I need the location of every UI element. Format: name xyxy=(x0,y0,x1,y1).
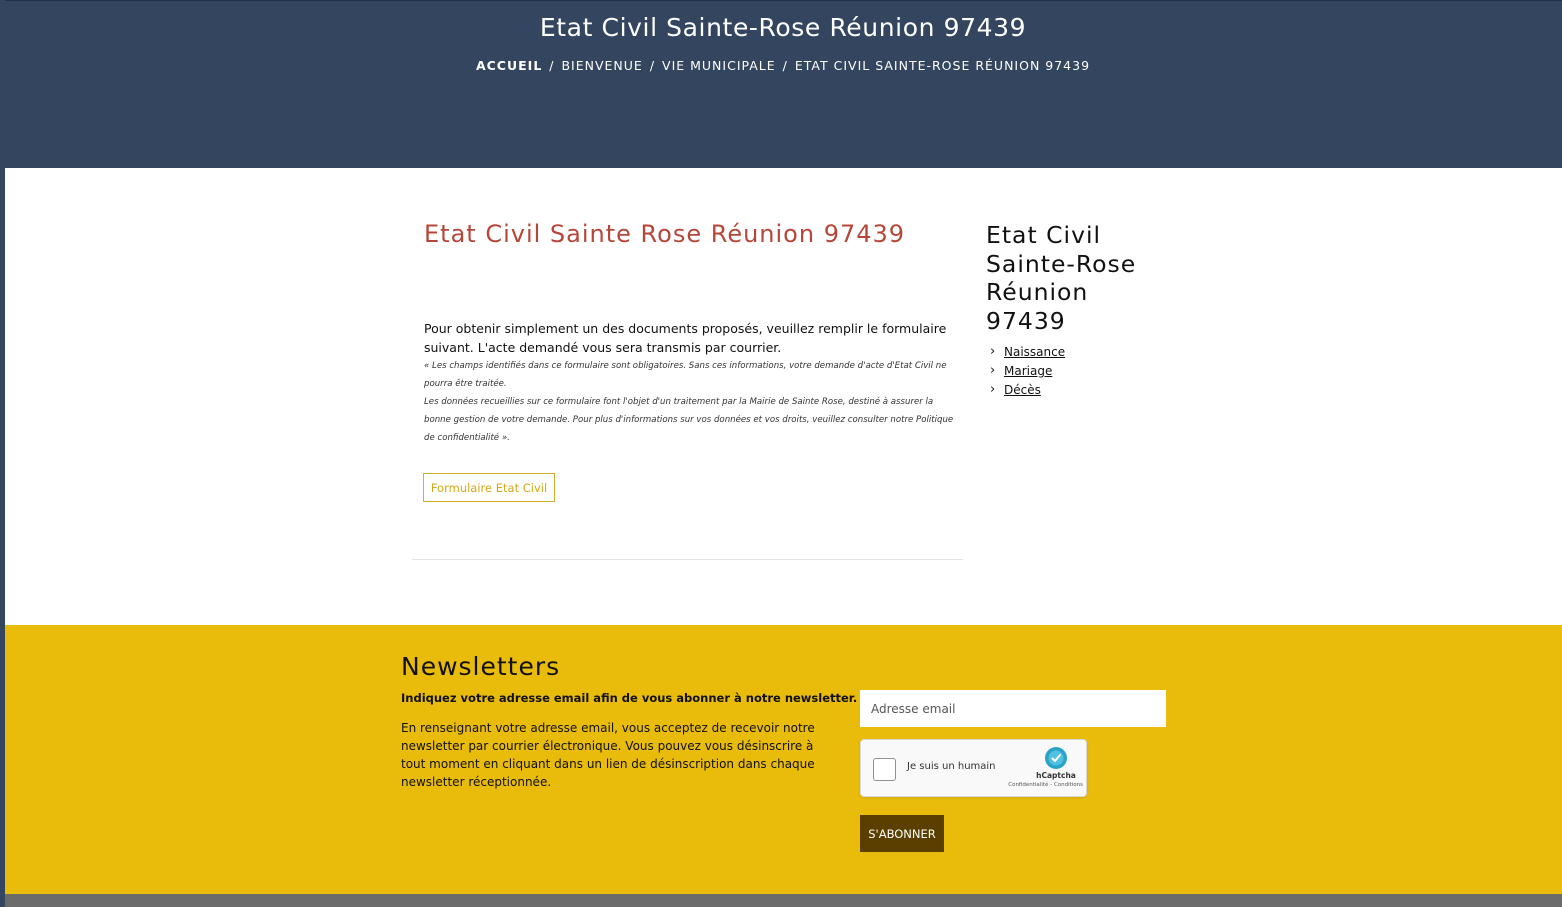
chevron-right-icon: › xyxy=(990,382,996,397)
page-title: Etat Civil Sainte-Rose Réunion 97439 xyxy=(539,13,1027,42)
captcha-label: Je suis un humain xyxy=(907,761,996,772)
sidebar-title: Etat Civil Sainte-Rose Réunion 97439 xyxy=(986,221,1137,335)
newsletter-title: Newsletters xyxy=(401,652,561,681)
breadcrumb-bienvenue[interactable]: BIENVENUE xyxy=(561,58,642,73)
notice-data-processing: Les données recueillies sur ce formulair… xyxy=(424,397,954,443)
footer-strip xyxy=(0,894,1562,907)
breadcrumb-home[interactable]: ACCUEIL xyxy=(476,58,542,73)
sidebar-item-mariage: › Mariage xyxy=(990,361,1065,380)
chevron-right-icon: › xyxy=(990,363,996,378)
sidebar-item-deces: › Décès xyxy=(990,380,1065,399)
notice-required-fields: « Les champs identifiés dans ce formulai… xyxy=(424,361,947,389)
breadcrumb: ACCUEIL / BIENVENUE / VIE MUNICIPALE / E… xyxy=(0,58,1562,73)
content-divider xyxy=(412,559,963,560)
legal-notice: « Les champs identifiés dans ce formulai… xyxy=(424,357,954,447)
breadcrumb-separator: / xyxy=(549,58,555,73)
breadcrumb-current: ETAT CIVIL SAINTE-ROSE RÉUNION 97439 xyxy=(794,58,1091,73)
newsletter-lead: Indiquez votre adresse email afin de vou… xyxy=(401,691,858,705)
captcha-brand: hCaptcha xyxy=(1036,771,1076,780)
sidebar-link-deces[interactable]: Décès xyxy=(1004,383,1041,397)
sidebar-links: › Naissance › Mariage › Décès xyxy=(990,342,1065,399)
breadcrumb-separator: / xyxy=(782,58,788,73)
intro-text: Pour obtenir simplement un des documents… xyxy=(424,321,947,355)
hcaptcha-widget: Je suis un humain hCaptcha Confidentiali… xyxy=(860,739,1087,797)
newsletter-email-input[interactable] xyxy=(860,690,1166,727)
sidebar-item-naissance: › Naissance xyxy=(990,342,1065,361)
newsletter-consent-text: En renseignant votre adresse email, vous… xyxy=(401,721,815,789)
newsletter-section: Newsletters Indiquez votre adresse email… xyxy=(0,625,1562,894)
hcaptcha-logo-icon xyxy=(1045,747,1067,769)
article-title: Etat Civil Sainte Rose Réunion 97439 xyxy=(424,220,906,248)
subscribe-button[interactable]: S'ABONNER xyxy=(860,815,944,852)
sidebar-link-mariage[interactable]: Mariage xyxy=(1004,364,1052,378)
page-header: Etat Civil Sainte-Rose Réunion 97439 ACC… xyxy=(0,0,1562,168)
breadcrumb-vie-municipale[interactable]: VIE MUNICIPALE xyxy=(662,58,776,73)
breadcrumb-separator: / xyxy=(649,58,656,73)
captcha-links[interactable]: Confidentialité - Conditions xyxy=(1001,782,1083,788)
sidebar-link-naissance[interactable]: Naissance xyxy=(1004,345,1065,359)
civil-status-form-button[interactable]: Formulaire Etat Civil xyxy=(423,473,555,502)
chevron-right-icon: › xyxy=(990,344,996,359)
page-left-edge xyxy=(0,0,5,907)
captcha-checkbox[interactable] xyxy=(873,758,896,781)
